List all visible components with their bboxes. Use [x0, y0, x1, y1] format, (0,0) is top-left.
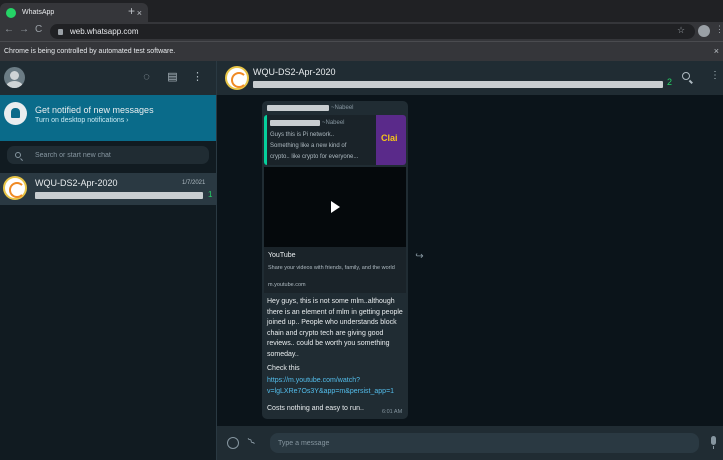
notification-banner[interactable]: Get notified of new messages Turn on des…: [0, 95, 216, 141]
conversation-pane: WQU-DS2-Apr-2020 2 ⋮ ~Nabeel ~Nabeel Guy…: [217, 61, 723, 460]
message-bubble[interactable]: ~Nabeel ~Nabeel Guys this is Pi network.…: [262, 101, 408, 419]
new-chat-icon[interactable]: ▤: [166, 71, 179, 84]
conversation-title: WQU-DS2-Apr-2020: [253, 67, 336, 77]
sidebar-header: ◌ ▤ ⋮: [0, 61, 216, 95]
forward-button[interactable]: →: [19, 24, 29, 35]
reload-button[interactable]: C: [35, 24, 42, 35]
my-avatar[interactable]: [4, 67, 25, 88]
emoji-icon[interactable]: [227, 437, 239, 449]
link-preview-domain: m.youtube.com: [268, 282, 306, 288]
message-time: 6:01 AM: [382, 409, 403, 415]
search-icon[interactable]: [682, 72, 690, 80]
participants-redacted: [253, 81, 663, 88]
message-input[interactable]: [278, 439, 678, 447]
address-url: web.whatsapp.com: [70, 27, 139, 36]
search-box[interactable]: [7, 146, 209, 164]
attach-icon[interactable]: ⌇: [245, 435, 258, 448]
automation-infobar: Chrome is being controlled by automated …: [0, 41, 723, 61]
browser-toolbar: ← → C web.whatsapp.com ☆ ⋮: [0, 22, 723, 41]
bookmark-star-icon[interactable]: ☆: [677, 25, 685, 36]
tab-title: WhatsApp: [22, 9, 55, 16]
sidebar-menu-icon[interactable]: ⋮: [191, 71, 204, 84]
link-preview-title: YouTube: [268, 252, 296, 259]
play-icon[interactable]: [331, 201, 340, 213]
infobar-close-icon[interactable]: ×: [714, 46, 719, 56]
search-input[interactable]: [35, 151, 195, 159]
chat-date: 1/7/2021: [182, 180, 206, 186]
thumbnail-text: Clai: [381, 133, 398, 143]
status-icon[interactable]: ◌: [140, 71, 153, 84]
conversation-badge: 2: [667, 77, 673, 87]
message-list[interactable]: ~Nabeel ~Nabeel Guys this is Pi network.…: [217, 95, 723, 426]
forward-icon[interactable]: ↪: [413, 250, 426, 263]
video-preview[interactable]: [264, 167, 406, 247]
quoted-sender-name: ~Nabeel: [322, 120, 345, 126]
link-preview-description: Share your videos with friends, family, …: [268, 265, 395, 271]
conversation-header[interactable]: WQU-DS2-Apr-2020 2 ⋮: [217, 61, 723, 95]
chat-list-item[interactable]: WQU-DS2-Apr-2020 1/7/2021 1: [0, 173, 216, 205]
quoted-line: Something like a new kind of: [270, 143, 347, 149]
quoted-thumbnail: Clai: [376, 115, 406, 165]
browser-tab-strip: WhatsApp × +: [0, 0, 723, 22]
message-sender: ~Nabeel: [267, 105, 354, 111]
chat-preview-redacted: [35, 192, 203, 199]
address-bar[interactable]: web.whatsapp.com: [50, 24, 695, 39]
sender-name: ~Nabeel: [331, 105, 354, 111]
chat-name: WQU-DS2-Apr-2020: [35, 178, 118, 188]
bell-off-icon: [4, 102, 27, 125]
sender-redacted: [267, 105, 329, 111]
message-text: Hey guys, this is not some mlm..although…: [267, 298, 403, 358]
automation-notice: Chrome is being controlled by automated …: [4, 48, 176, 55]
notification-link[interactable]: Turn on desktop notifications ›: [35, 117, 129, 124]
message-link[interactable]: https://m.youtube.com/watch?v=lgLXRe7Os3…: [267, 376, 407, 397]
lock-icon: [58, 28, 63, 35]
quoted-message[interactable]: ~Nabeel Guys this is Pi network.. Someth…: [264, 115, 406, 165]
group-avatar: [3, 176, 27, 200]
conversation-menu-icon[interactable]: ⋮: [710, 70, 720, 81]
unread-count: 1: [208, 190, 213, 199]
quoted-sender: ~Nabeel: [270, 120, 345, 126]
microphone-icon[interactable]: [711, 436, 716, 449]
new-tab-button[interactable]: +: [128, 4, 135, 18]
message-text-check: Check this: [267, 365, 300, 372]
browser-menu-button[interactable]: ⋮: [715, 24, 723, 35]
message-input-box[interactable]: [270, 433, 699, 453]
notification-title: Get notified of new messages: [35, 105, 154, 115]
link-preview-card[interactable]: YouTube Share your videos with friends, …: [264, 247, 406, 293]
browser-tab[interactable]: WhatsApp ×: [0, 3, 148, 22]
whatsapp-favicon-icon: [6, 7, 16, 18]
back-button[interactable]: ←: [4, 24, 14, 35]
tab-close-icon[interactable]: ×: [137, 8, 142, 18]
quoted-sender-redacted: [270, 120, 320, 126]
conversation-avatar[interactable]: [225, 66, 249, 90]
search-bar: [0, 141, 216, 169]
composer-bar: ⌇: [217, 426, 723, 460]
message-text-closing: Costs nothing and easy to run..: [267, 405, 364, 412]
quoted-line: crypto.. like crypto for everyone...: [270, 154, 359, 160]
chat-list-pane: ◌ ▤ ⋮ Get notified of new messages Turn …: [0, 61, 217, 460]
profile-avatar[interactable]: [698, 25, 710, 37]
quoted-line: Guys this is Pi network..: [270, 132, 335, 138]
search-icon: [15, 152, 21, 158]
